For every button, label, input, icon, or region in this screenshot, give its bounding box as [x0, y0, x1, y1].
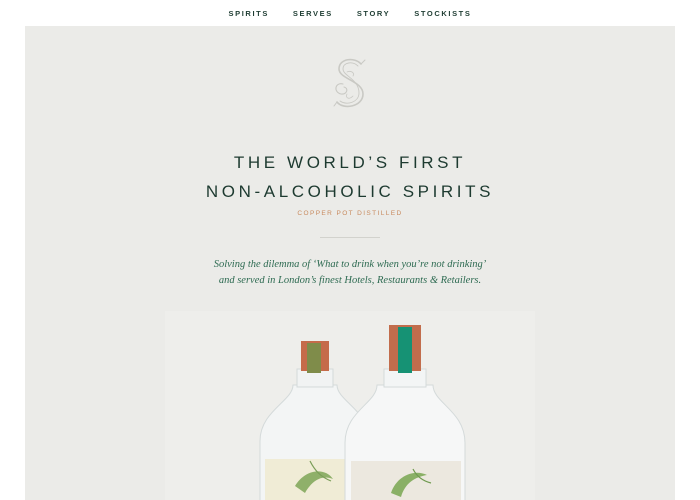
hero-section: THE WORLD’S FIRST NON-ALCOHOLIC SPIRITS …	[25, 26, 675, 500]
top-navigation: SPIRITS SERVES STORY STOCKISTS	[0, 0, 700, 26]
tagline: COPPER POT DISTILLED	[297, 210, 403, 217]
divider	[320, 237, 380, 238]
nav-item-spirits[interactable]: SPIRITS	[229, 9, 269, 18]
description-line-2: and served in London’s finest Hotels, Re…	[218, 275, 482, 286]
bottles-illustration	[259, 325, 466, 500]
nav-item-story[interactable]: STORY	[357, 9, 390, 18]
right-bottle	[344, 325, 466, 500]
nav-item-serves[interactable]: SERVES	[293, 9, 333, 18]
description-line-1: Solving the dilemma of ‘What to drink wh…	[213, 259, 487, 270]
ornate-s-monogram-icon	[333, 58, 366, 108]
product-image	[165, 311, 535, 500]
nav-item-stockists[interactable]: STOCKISTS	[414, 9, 471, 18]
headline-line-2: NON-ALCOHOLIC SPIRITS	[205, 182, 495, 201]
headline-line-1: THE WORLD’S FIRST	[233, 153, 467, 172]
